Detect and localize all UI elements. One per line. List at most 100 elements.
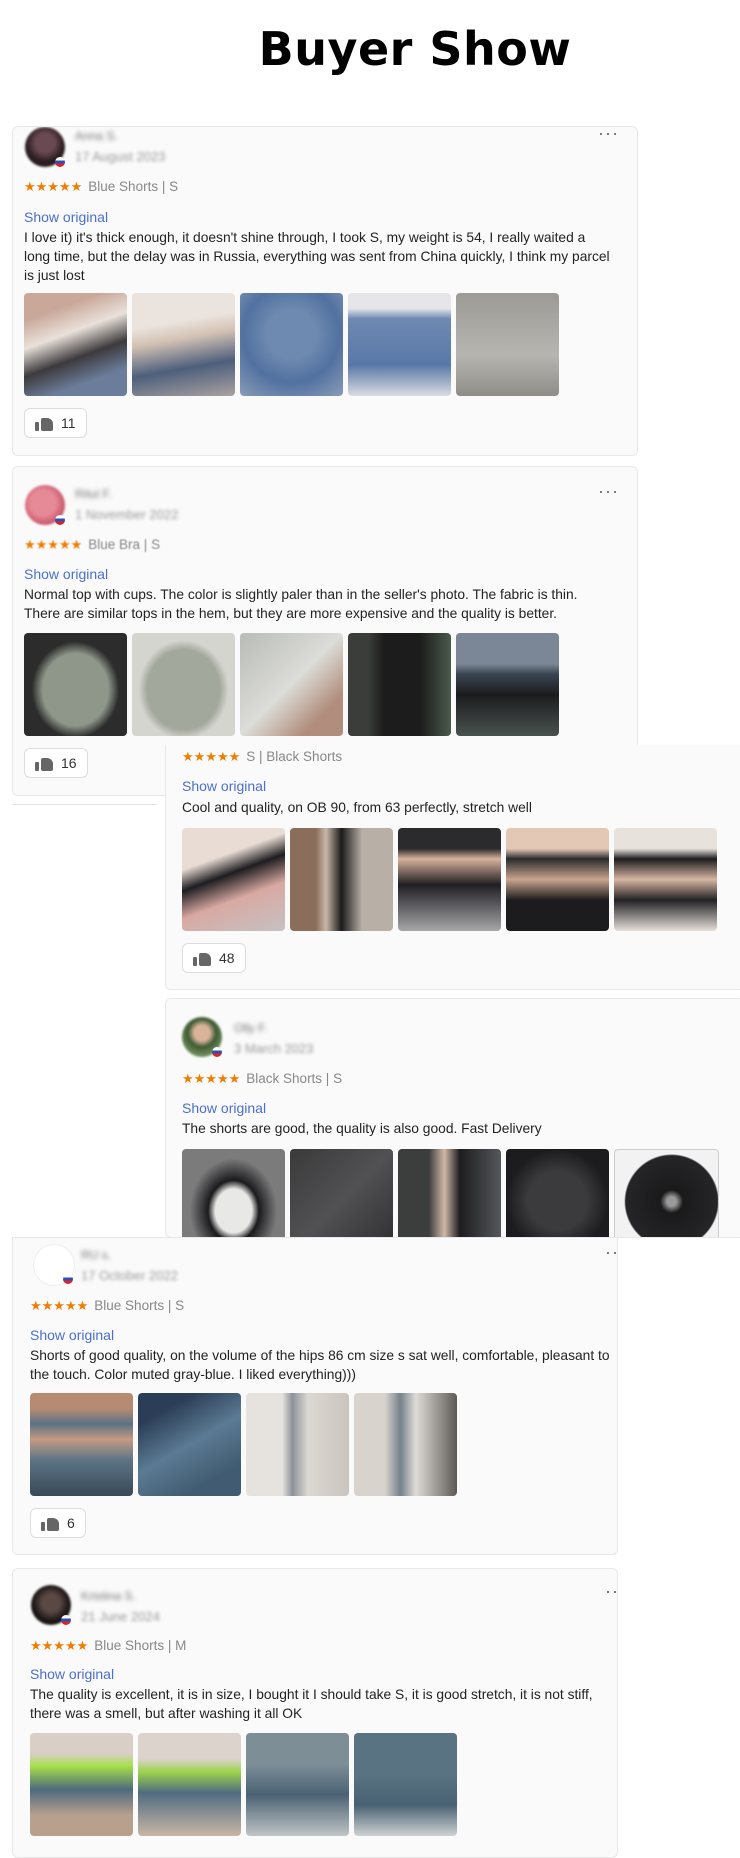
review-photo[interactable] [456,293,559,396]
like-count: 6 [67,1515,75,1531]
page-title: Buyer Show [258,22,572,76]
review-card: ★★★★★ S | Black Shorts Show original Cool… [165,745,740,990]
review-photo[interactable] [246,1393,349,1496]
photo-strip [182,1149,719,1237]
review-photo[interactable] [354,1393,457,1496]
review-photo[interactable] [24,633,127,736]
rating-row: ★★★★★ S | Black Shorts [182,749,342,765]
reviewer-name: RU s. [81,1248,111,1262]
show-original-link[interactable]: Show original [24,209,108,225]
review-photo[interactable] [506,1149,609,1237]
review-card: Olly F. 3 March 2023 ★★★★★ Black Shorts |… [165,998,740,1238]
photo-strip [30,1393,457,1496]
rating-stars: ★★★★★ [24,537,83,552]
flag-icon [61,1615,71,1625]
variant-label: Blue Shorts | S [88,179,179,194]
more-options-icon[interactable]: ··· [598,127,619,144]
review-card: RU s. 17 October 2022 ·· ★★★★★ Blue Short… [12,1237,618,1555]
show-original-link[interactable]: Show original [182,1100,266,1116]
like-button[interactable]: 6 [30,1508,86,1538]
variant-label: Blue Shorts | M [94,1638,187,1653]
review-photo[interactable] [398,828,501,931]
review-photo[interactable] [290,828,393,931]
flag-icon [55,515,65,525]
thumbs-up-icon [193,950,211,966]
review-text: The shorts are good, the quality is also… [182,1121,542,1136]
review-photo[interactable] [132,293,235,396]
review-photo[interactable] [138,1733,241,1836]
review-date: 17 August 2023 [75,149,166,164]
review-photo[interactable] [240,293,343,396]
variant-label: Black Shorts | S [246,1071,343,1086]
rating-stars: ★★★★★ [182,749,241,764]
review-text: Shorts of good quality, on the volume of… [30,1348,610,1382]
review-photo[interactable] [240,633,343,736]
variant-label: S | Black Shorts [246,749,343,764]
review-photo[interactable] [182,828,285,931]
like-count: 11 [61,415,76,431]
review-text: Cool and quality, on OB 90, from 63 perf… [182,800,532,815]
rating-stars: ★★★★★ [30,1298,89,1313]
review-text: The quality is excellent, it is in size,… [30,1687,593,1721]
review-photo[interactable] [354,1733,457,1836]
more-options-icon[interactable]: ·· [605,1242,617,1263]
show-original-link[interactable]: Show original [182,778,266,794]
variant-label: Blue Shorts | S [94,1298,185,1313]
thumbs-up-icon [35,415,53,431]
review-photo[interactable] [138,1393,241,1496]
rating-row: ★★★★★ Blue Shorts | S [30,1298,184,1314]
like-button[interactable]: 16 [24,748,88,778]
flag-icon [212,1047,222,1057]
rating-stars: ★★★★★ [24,179,83,194]
review-photo[interactable] [506,828,609,931]
review-date: 1 November 2022 [75,507,179,522]
review-photo[interactable] [348,293,451,396]
review-date: 21 June 2024 [81,1609,160,1624]
review-photo[interactable] [30,1733,133,1836]
review-photo[interactable] [246,1733,349,1836]
thumbs-up-icon [35,755,53,771]
rating-row: ★★★★★ Blue Bra | S [24,537,160,553]
rating-row: ★★★★★ Black Shorts | S [182,1071,342,1087]
review-photo[interactable] [614,828,717,931]
reviewer-name: Ritul F. [75,487,112,501]
review-text: Normal top with cups. The color is sligh… [24,587,578,621]
reviewer-name: Anna S. [75,129,118,143]
more-options-icon[interactable]: ·· [605,1581,617,1602]
rating-row: ★★★★★ Blue Shorts | M [30,1638,186,1654]
review-date: 17 October 2022 [81,1268,178,1283]
reviewer-name: Kristina S. [81,1589,136,1603]
review-photo[interactable] [614,1149,719,1237]
review-photo[interactable] [398,1149,501,1237]
review-photo[interactable] [182,1149,285,1237]
reviewer-name: Olly F. [234,1021,268,1035]
photo-strip [30,1733,457,1836]
review-text: I love it) it's thick enough, it doesn't… [24,230,610,283]
show-original-link[interactable]: Show original [24,566,108,582]
flag-icon [55,157,65,167]
review-photo[interactable] [348,633,451,736]
variant-label: Blue Bra | S [88,537,161,552]
photo-strip [24,633,559,736]
like-count: 16 [61,755,77,771]
show-original-link[interactable]: Show original [30,1327,114,1343]
show-original-link[interactable]: Show original [30,1666,114,1682]
divider [12,804,157,805]
more-options-icon[interactable]: ··· [598,481,619,502]
review-photo[interactable] [456,633,559,736]
thumbs-up-icon [41,1515,59,1531]
review-card: Kristina S. 21 June 2024 ·· ★★★★★ Blue Sh… [12,1568,618,1858]
review-card: Anna S. 17 August 2023 ··· ★★★★★ Blue Sho… [12,126,638,456]
review-date: 3 March 2023 [234,1041,314,1056]
review-photo[interactable] [30,1393,133,1496]
review-photo[interactable] [132,633,235,736]
rating-row: ★★★★★ Blue Shorts | S [24,179,178,195]
like-count: 48 [219,950,235,966]
like-button[interactable]: 11 [24,408,87,438]
review-photo[interactable] [24,293,127,396]
rating-stars: ★★★★★ [182,1071,241,1086]
review-photo[interactable] [290,1149,393,1237]
flag-icon [63,1274,73,1284]
like-button[interactable]: 48 [182,943,246,973]
rating-stars: ★★★★★ [30,1638,89,1653]
